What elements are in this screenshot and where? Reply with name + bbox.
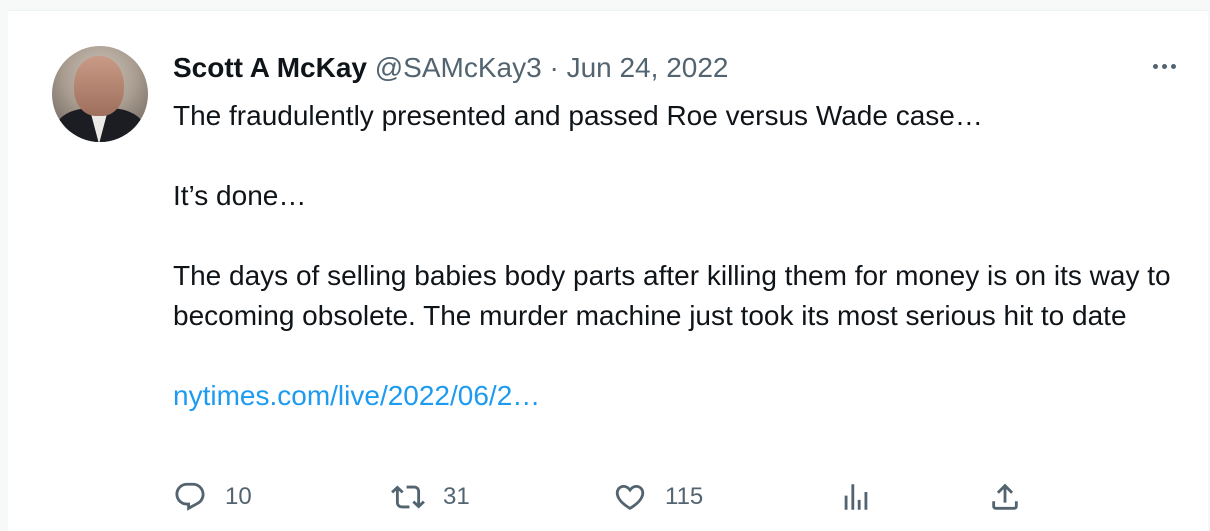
more-horizontal-icon <box>1152 63 1158 69</box>
tweet-paragraph: The fraudulently presented and passed Ro… <box>173 100 983 131</box>
retweet-button[interactable]: 31 <box>391 477 470 517</box>
share-button[interactable] <box>988 477 1022 517</box>
more-dot <box>1161 63 1167 69</box>
more-dot <box>1170 63 1176 69</box>
like-button[interactable]: 115 <box>613 477 703 517</box>
heart-icon <box>613 480 647 514</box>
like-count: 115 <box>665 483 704 510</box>
tweet-link[interactable]: nytimes.com/live/2022/06/2… <box>173 380 540 411</box>
handle[interactable]: @SAMcKay3 <box>375 52 542 83</box>
avatar-face <box>74 56 124 116</box>
retweet-icon <box>391 480 425 514</box>
retweet-count: 31 <box>443 483 470 510</box>
analytics-icon <box>839 480 873 514</box>
action-bar: 10 31 115 <box>173 477 1210 517</box>
more-options-button[interactable] <box>1146 51 1182 81</box>
timestamp[interactable]: Jun 24, 2022 <box>567 52 729 83</box>
share-icon <box>988 480 1022 514</box>
tweet-paragraph: It’s done… <box>173 180 307 211</box>
avatar[interactable] <box>52 46 148 142</box>
tweet-header: Scott A McKay @SAMcKay3 · Jun 24, 2022 <box>173 51 728 85</box>
tweet-paragraph: The days of selling babies body parts af… <box>173 260 1171 331</box>
views-button[interactable] <box>839 477 873 517</box>
reply-button[interactable]: 10 <box>173 477 252 517</box>
reply-count: 10 <box>225 483 252 510</box>
display-name[interactable]: Scott A McKay <box>173 52 367 83</box>
separator: · <box>549 52 559 83</box>
tweet-card[interactable]: Scott A McKay @SAMcKay3 · Jun 24, 2022 T… <box>8 10 1208 531</box>
reply-icon <box>173 480 207 514</box>
tweet-text: The fraudulently presented and passed Ro… <box>173 96 1193 416</box>
